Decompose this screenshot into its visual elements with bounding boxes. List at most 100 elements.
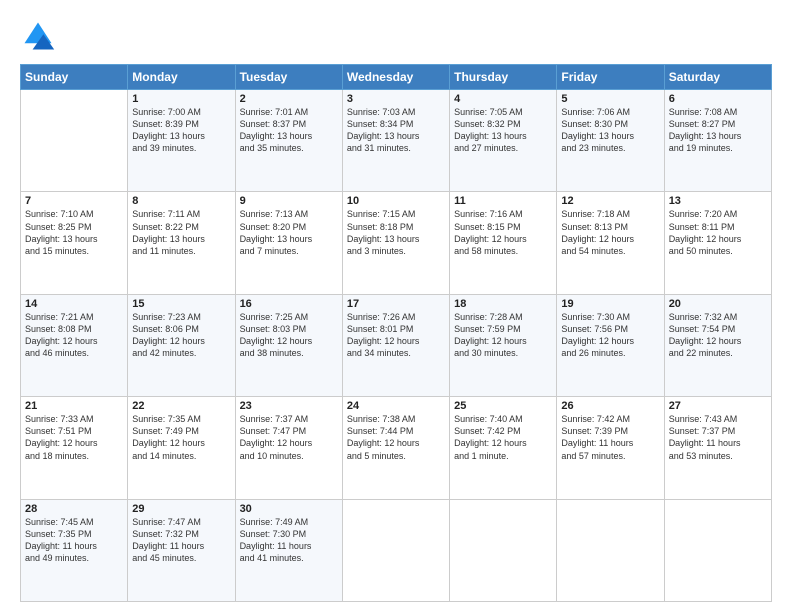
day-number: 14	[25, 298, 123, 310]
day-number: 4	[454, 93, 552, 105]
calendar-cell: 23Sunrise: 7:37 AM Sunset: 7:47 PM Dayli…	[235, 397, 342, 499]
weekday-header: Friday	[557, 65, 664, 90]
calendar-cell: 3Sunrise: 7:03 AM Sunset: 8:34 PM Daylig…	[342, 90, 449, 192]
calendar-cell: 8Sunrise: 7:11 AM Sunset: 8:22 PM Daylig…	[128, 192, 235, 294]
day-number: 18	[454, 298, 552, 310]
calendar-body: 1Sunrise: 7:00 AM Sunset: 8:39 PM Daylig…	[21, 90, 772, 602]
cell-info: Sunrise: 7:23 AM Sunset: 8:06 PM Dayligh…	[132, 311, 230, 360]
day-number: 8	[132, 195, 230, 207]
calendar-cell: 14Sunrise: 7:21 AM Sunset: 8:08 PM Dayli…	[21, 294, 128, 396]
weekday-header: Wednesday	[342, 65, 449, 90]
calendar-cell: 2Sunrise: 7:01 AM Sunset: 8:37 PM Daylig…	[235, 90, 342, 192]
weekday-header: Monday	[128, 65, 235, 90]
logo-icon	[20, 18, 56, 54]
cell-info: Sunrise: 7:13 AM Sunset: 8:20 PM Dayligh…	[240, 208, 338, 257]
weekday-header: Saturday	[664, 65, 771, 90]
day-number: 5	[561, 93, 659, 105]
day-number: 17	[347, 298, 445, 310]
day-number: 10	[347, 195, 445, 207]
calendar-week-row: 21Sunrise: 7:33 AM Sunset: 7:51 PM Dayli…	[21, 397, 772, 499]
day-number: 15	[132, 298, 230, 310]
calendar-header: SundayMondayTuesdayWednesdayThursdayFrid…	[21, 65, 772, 90]
header	[20, 18, 772, 54]
day-number: 9	[240, 195, 338, 207]
cell-info: Sunrise: 7:10 AM Sunset: 8:25 PM Dayligh…	[25, 208, 123, 257]
cell-info: Sunrise: 7:18 AM Sunset: 8:13 PM Dayligh…	[561, 208, 659, 257]
day-number: 22	[132, 400, 230, 412]
calendar-cell: 20Sunrise: 7:32 AM Sunset: 7:54 PM Dayli…	[664, 294, 771, 396]
calendar-cell: 26Sunrise: 7:42 AM Sunset: 7:39 PM Dayli…	[557, 397, 664, 499]
day-number: 11	[454, 195, 552, 207]
cell-info: Sunrise: 7:00 AM Sunset: 8:39 PM Dayligh…	[132, 106, 230, 155]
calendar-cell: 16Sunrise: 7:25 AM Sunset: 8:03 PM Dayli…	[235, 294, 342, 396]
cell-info: Sunrise: 7:20 AM Sunset: 8:11 PM Dayligh…	[669, 208, 767, 257]
calendar-cell	[557, 499, 664, 601]
calendar-cell: 12Sunrise: 7:18 AM Sunset: 8:13 PM Dayli…	[557, 192, 664, 294]
day-number: 16	[240, 298, 338, 310]
day-number: 2	[240, 93, 338, 105]
calendar-cell	[664, 499, 771, 601]
day-number: 24	[347, 400, 445, 412]
calendar-cell: 19Sunrise: 7:30 AM Sunset: 7:56 PM Dayli…	[557, 294, 664, 396]
cell-info: Sunrise: 7:35 AM Sunset: 7:49 PM Dayligh…	[132, 413, 230, 462]
calendar-week-row: 7Sunrise: 7:10 AM Sunset: 8:25 PM Daylig…	[21, 192, 772, 294]
cell-info: Sunrise: 7:15 AM Sunset: 8:18 PM Dayligh…	[347, 208, 445, 257]
calendar-cell: 22Sunrise: 7:35 AM Sunset: 7:49 PM Dayli…	[128, 397, 235, 499]
page: SundayMondayTuesdayWednesdayThursdayFrid…	[0, 0, 792, 612]
calendar-cell: 9Sunrise: 7:13 AM Sunset: 8:20 PM Daylig…	[235, 192, 342, 294]
calendar-cell: 24Sunrise: 7:38 AM Sunset: 7:44 PM Dayli…	[342, 397, 449, 499]
calendar-cell: 15Sunrise: 7:23 AM Sunset: 8:06 PM Dayli…	[128, 294, 235, 396]
day-number: 29	[132, 503, 230, 515]
cell-info: Sunrise: 7:33 AM Sunset: 7:51 PM Dayligh…	[25, 413, 123, 462]
cell-info: Sunrise: 7:49 AM Sunset: 7:30 PM Dayligh…	[240, 516, 338, 565]
calendar-table: SundayMondayTuesdayWednesdayThursdayFrid…	[20, 64, 772, 602]
calendar-cell: 30Sunrise: 7:49 AM Sunset: 7:30 PM Dayli…	[235, 499, 342, 601]
cell-info: Sunrise: 7:42 AM Sunset: 7:39 PM Dayligh…	[561, 413, 659, 462]
calendar-cell: 5Sunrise: 7:06 AM Sunset: 8:30 PM Daylig…	[557, 90, 664, 192]
day-number: 12	[561, 195, 659, 207]
day-number: 23	[240, 400, 338, 412]
calendar-cell: 10Sunrise: 7:15 AM Sunset: 8:18 PM Dayli…	[342, 192, 449, 294]
calendar-cell	[342, 499, 449, 601]
day-number: 30	[240, 503, 338, 515]
cell-info: Sunrise: 7:32 AM Sunset: 7:54 PM Dayligh…	[669, 311, 767, 360]
day-number: 21	[25, 400, 123, 412]
calendar-cell: 28Sunrise: 7:45 AM Sunset: 7:35 PM Dayli…	[21, 499, 128, 601]
cell-info: Sunrise: 7:38 AM Sunset: 7:44 PM Dayligh…	[347, 413, 445, 462]
calendar-week-row: 28Sunrise: 7:45 AM Sunset: 7:35 PM Dayli…	[21, 499, 772, 601]
cell-info: Sunrise: 7:06 AM Sunset: 8:30 PM Dayligh…	[561, 106, 659, 155]
cell-info: Sunrise: 7:25 AM Sunset: 8:03 PM Dayligh…	[240, 311, 338, 360]
cell-info: Sunrise: 7:26 AM Sunset: 8:01 PM Dayligh…	[347, 311, 445, 360]
day-number: 27	[669, 400, 767, 412]
day-number: 6	[669, 93, 767, 105]
calendar-cell: 11Sunrise: 7:16 AM Sunset: 8:15 PM Dayli…	[450, 192, 557, 294]
calendar-cell: 18Sunrise: 7:28 AM Sunset: 7:59 PM Dayli…	[450, 294, 557, 396]
day-number: 3	[347, 93, 445, 105]
day-number: 20	[669, 298, 767, 310]
cell-info: Sunrise: 7:11 AM Sunset: 8:22 PM Dayligh…	[132, 208, 230, 257]
calendar-cell: 21Sunrise: 7:33 AM Sunset: 7:51 PM Dayli…	[21, 397, 128, 499]
cell-info: Sunrise: 7:37 AM Sunset: 7:47 PM Dayligh…	[240, 413, 338, 462]
cell-info: Sunrise: 7:16 AM Sunset: 8:15 PM Dayligh…	[454, 208, 552, 257]
cell-info: Sunrise: 7:40 AM Sunset: 7:42 PM Dayligh…	[454, 413, 552, 462]
cell-info: Sunrise: 7:03 AM Sunset: 8:34 PM Dayligh…	[347, 106, 445, 155]
cell-info: Sunrise: 7:30 AM Sunset: 7:56 PM Dayligh…	[561, 311, 659, 360]
calendar-cell	[21, 90, 128, 192]
calendar-week-row: 14Sunrise: 7:21 AM Sunset: 8:08 PM Dayli…	[21, 294, 772, 396]
calendar-cell: 29Sunrise: 7:47 AM Sunset: 7:32 PM Dayli…	[128, 499, 235, 601]
calendar-cell: 6Sunrise: 7:08 AM Sunset: 8:27 PM Daylig…	[664, 90, 771, 192]
calendar-cell	[450, 499, 557, 601]
cell-info: Sunrise: 7:01 AM Sunset: 8:37 PM Dayligh…	[240, 106, 338, 155]
weekday-header: Tuesday	[235, 65, 342, 90]
calendar-week-row: 1Sunrise: 7:00 AM Sunset: 8:39 PM Daylig…	[21, 90, 772, 192]
day-number: 26	[561, 400, 659, 412]
cell-info: Sunrise: 7:21 AM Sunset: 8:08 PM Dayligh…	[25, 311, 123, 360]
cell-info: Sunrise: 7:08 AM Sunset: 8:27 PM Dayligh…	[669, 106, 767, 155]
calendar-cell: 4Sunrise: 7:05 AM Sunset: 8:32 PM Daylig…	[450, 90, 557, 192]
day-number: 7	[25, 195, 123, 207]
cell-info: Sunrise: 7:45 AM Sunset: 7:35 PM Dayligh…	[25, 516, 123, 565]
weekday-header: Thursday	[450, 65, 557, 90]
cell-info: Sunrise: 7:47 AM Sunset: 7:32 PM Dayligh…	[132, 516, 230, 565]
calendar-cell: 27Sunrise: 7:43 AM Sunset: 7:37 PM Dayli…	[664, 397, 771, 499]
weekday-header: Sunday	[21, 65, 128, 90]
